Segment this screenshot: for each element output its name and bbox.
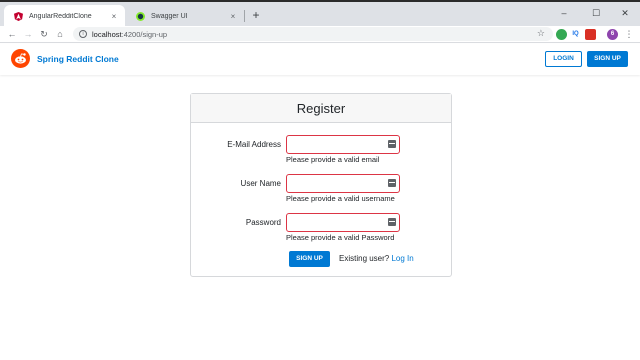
tab-title: Swagger UI bbox=[151, 13, 188, 20]
close-window-button[interactable]: ✕ bbox=[613, 6, 637, 20]
page-title: Register bbox=[296, 101, 346, 116]
back-icon[interactable]: ← bbox=[5, 28, 19, 41]
angular-icon bbox=[14, 12, 23, 21]
email-error: Please provide a valid email bbox=[286, 155, 380, 164]
swagger-icon bbox=[136, 12, 145, 21]
new-tab-button[interactable]: + bbox=[249, 8, 263, 22]
register-card: Register E-Mail Address Please provide a… bbox=[190, 93, 452, 277]
site-info-icon[interactable]: i bbox=[79, 30, 87, 38]
signup-submit-button[interactable]: SIGN UP bbox=[289, 251, 330, 267]
url-host: localhost bbox=[92, 29, 122, 39]
autofill-key-icon[interactable] bbox=[388, 140, 396, 148]
brand-name[interactable]: Spring Reddit Clone bbox=[37, 54, 119, 64]
email-field[interactable] bbox=[286, 135, 400, 154]
tab-title: AngularRedditClone bbox=[29, 13, 92, 20]
reload-icon[interactable]: ↻ bbox=[37, 28, 51, 41]
tab-strip: AngularRedditClone × Swagger UI × + – ☐ … bbox=[0, 0, 640, 28]
url-path: :4200/sign-up bbox=[121, 29, 168, 39]
login-link[interactable]: Log In bbox=[391, 254, 413, 263]
signup-nav-button[interactable]: SIGN UP bbox=[587, 51, 628, 67]
username-error: Please provide a valid username bbox=[286, 194, 395, 203]
username-field[interactable] bbox=[286, 174, 400, 193]
tab-close-icon[interactable]: × bbox=[227, 12, 239, 21]
reddit-logo-icon[interactable] bbox=[11, 49, 30, 68]
existing-user-label: Existing user? bbox=[339, 254, 390, 263]
browser-menu-icon[interactable]: ⋮ bbox=[622, 28, 636, 41]
browser-window: AngularRedditClone × Swagger UI × + – ☐ … bbox=[0, 0, 640, 360]
bookmark-star-icon[interactable]: ☆ bbox=[537, 28, 545, 39]
username-label: User Name bbox=[240, 179, 281, 188]
extension-icon-green[interactable] bbox=[556, 29, 567, 40]
tab-angular-reddit-clone[interactable]: AngularRedditClone × bbox=[4, 5, 125, 28]
password-field[interactable] bbox=[286, 213, 400, 232]
minimize-button[interactable]: – bbox=[552, 6, 576, 20]
existing-user-text: Existing user? Log In bbox=[339, 254, 414, 263]
browser-toolbar: ← → ↻ ⌂ i localhost:4200/sign-up ☆ IQ 6 … bbox=[0, 26, 640, 43]
autofill-key-icon[interactable] bbox=[388, 179, 396, 187]
login-button[interactable]: LOGIN bbox=[545, 51, 582, 67]
extension-icon-iq[interactable]: IQ bbox=[570, 29, 581, 40]
address-bar[interactable]: i localhost:4200/sign-up ☆ bbox=[73, 27, 553, 41]
forward-icon[interactable]: → bbox=[21, 28, 35, 41]
card-header: Register bbox=[191, 94, 451, 123]
app-navbar: Spring Reddit Clone bbox=[0, 44, 640, 75]
autofill-key-icon[interactable] bbox=[388, 218, 396, 226]
password-error: Please provide a valid Password bbox=[286, 233, 395, 242]
password-label: Password bbox=[245, 218, 281, 227]
home-icon[interactable]: ⌂ bbox=[53, 28, 67, 41]
tab-swagger-ui[interactable]: Swagger UI × bbox=[126, 5, 244, 28]
extension-icon-red[interactable] bbox=[585, 29, 596, 40]
tab-close-icon[interactable]: × bbox=[108, 12, 120, 21]
email-label: E-Mail Address bbox=[227, 140, 281, 149]
profile-avatar[interactable]: 6 bbox=[607, 29, 618, 40]
maximize-button[interactable]: ☐ bbox=[584, 6, 608, 20]
tab-divider bbox=[244, 10, 245, 22]
